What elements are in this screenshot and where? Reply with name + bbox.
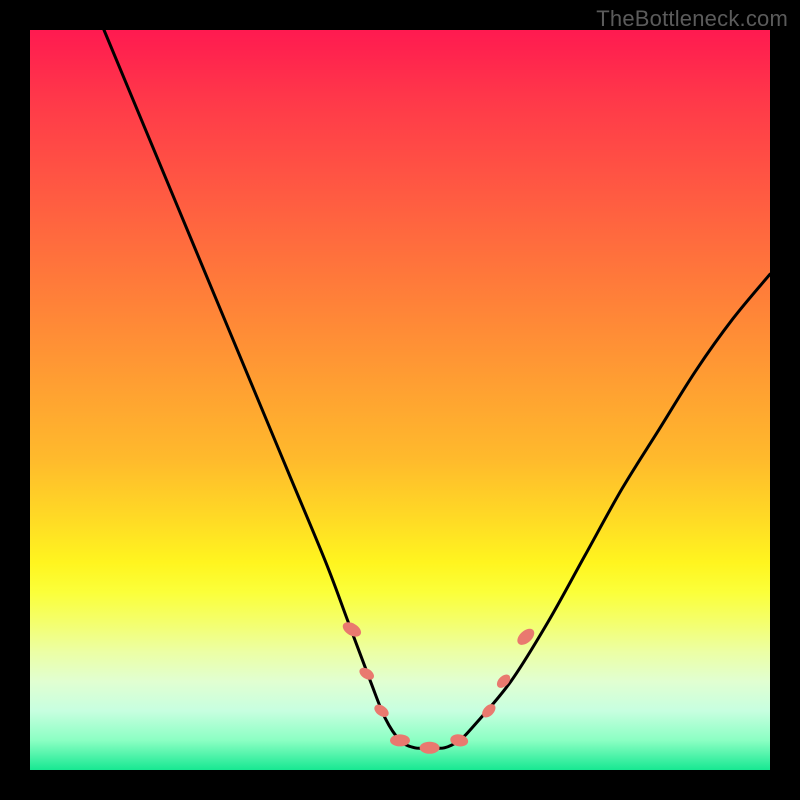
chart-frame: TheBottleneck.com: [0, 0, 800, 800]
curve-path: [104, 30, 770, 748]
chart-overlay: [30, 30, 770, 770]
curve-marker: [372, 702, 391, 719]
curve-marker: [420, 742, 440, 754]
curve-marker: [390, 734, 410, 746]
attribution-label: TheBottleneck.com: [596, 6, 788, 32]
chart-plot-area: [30, 30, 770, 770]
curve-marker: [340, 619, 363, 639]
bottleneck-curve: [104, 30, 770, 748]
